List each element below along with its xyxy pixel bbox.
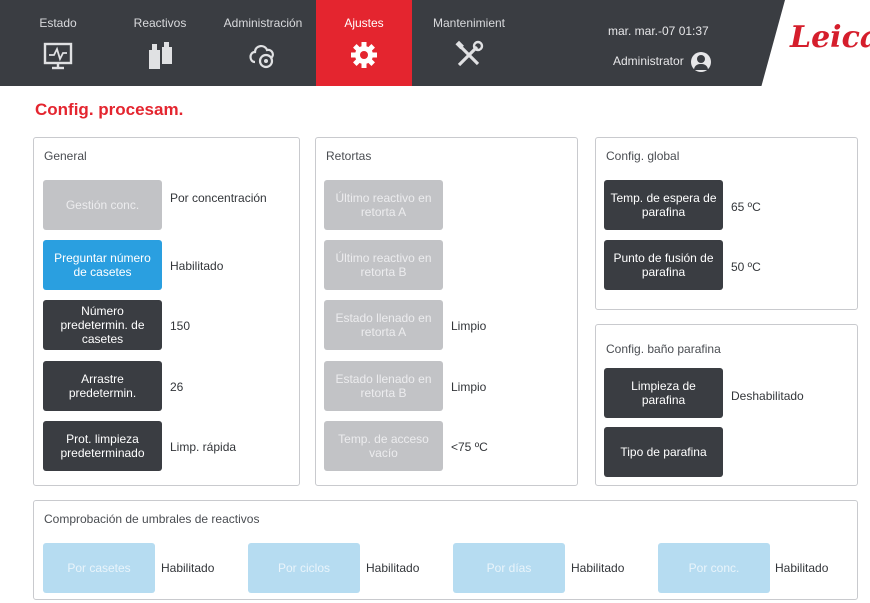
user-name: Administrator bbox=[613, 54, 684, 69]
tab-ajustes[interactable]: Ajustes bbox=[316, 0, 412, 86]
tab-label: Administración bbox=[223, 16, 303, 30]
fill-state-retort-b-value: Limpio bbox=[451, 380, 487, 394]
panel-title: General bbox=[44, 149, 87, 163]
concentration-management-value: Por concentración bbox=[170, 191, 267, 205]
empty-access-temp-button[interactable]: Temp. de acceso vacío bbox=[324, 421, 443, 471]
page-title: Config. procesam. bbox=[35, 100, 184, 119]
ask-cassette-count-value: Habilitado bbox=[170, 259, 224, 273]
top-navigation-bar: Estado Reactivos Administración Ajustes bbox=[0, 0, 870, 86]
concentration-management-button[interactable]: Gestión conc. bbox=[43, 180, 162, 230]
paraffin-melting-point-button[interactable]: Punto de fusión de parafina bbox=[604, 240, 723, 290]
paraffin-standby-temp-button[interactable]: Temp. de espera de parafina bbox=[604, 180, 723, 230]
tab-label: Reactivos bbox=[133, 16, 187, 30]
panel-title: Comprobación de umbrales de reactivos bbox=[44, 512, 260, 526]
paraffin-bath-panel: Config. baño parafina Limpieza de parafi… bbox=[595, 324, 858, 486]
global-config-panel: Config. global Temp. de espera de parafi… bbox=[595, 137, 858, 310]
paraffin-cleaning-value: Deshabilitado bbox=[731, 389, 804, 403]
administration-icon bbox=[249, 45, 274, 69]
leica-logo: Leica bbox=[790, 20, 870, 55]
retorts-panel: Retortas Último reactivo en retorta A Úl… bbox=[315, 137, 578, 486]
tab-label: Estado bbox=[39, 16, 77, 30]
default-cleaning-protocol-button[interactable]: Prot. limpieza predeterminado bbox=[43, 421, 162, 471]
paraffin-cleaning-button[interactable]: Limpieza de parafina bbox=[604, 368, 723, 418]
tools-icon bbox=[455, 40, 484, 67]
default-cassette-count-value: 150 bbox=[170, 319, 191, 333]
paraffin-melting-point-value: 50 ºC bbox=[731, 260, 761, 274]
paraffin-standby-temp-value: 65 ºC bbox=[731, 200, 761, 214]
paraffin-type-button[interactable]: Tipo de parafina bbox=[604, 427, 723, 477]
panel-title: Config. baño parafina bbox=[606, 342, 721, 356]
threshold-by-cassettes-button[interactable]: Por casetes bbox=[43, 543, 155, 593]
fill-state-retort-b-button[interactable]: Estado llenado en retorta B bbox=[324, 361, 443, 411]
tab-administracion[interactable]: Administración bbox=[215, 0, 311, 86]
datetime-display: mar. mar.-07 01:37 bbox=[608, 24, 709, 38]
tab-label: Mantenimient bbox=[432, 16, 506, 30]
tab-label: Ajustes bbox=[344, 16, 384, 30]
threshold-by-cycles-value: Habilitado bbox=[366, 561, 420, 575]
default-carryover-value: 26 bbox=[170, 380, 184, 394]
reagent-threshold-panel: Comprobación de umbrales de reactivos Po… bbox=[33, 500, 858, 600]
default-cleaning-protocol-value: Limp. rápida bbox=[170, 440, 237, 454]
tab-estado[interactable]: Estado bbox=[10, 0, 106, 86]
default-carryover-button[interactable]: Arrastre predetermin. bbox=[43, 361, 162, 411]
monitor-status-icon bbox=[43, 42, 73, 70]
ask-cassette-count-button[interactable]: Preguntar número de casetes bbox=[43, 240, 162, 290]
fill-state-retort-a-button[interactable]: Estado llenado en retorta A bbox=[324, 300, 443, 350]
reagent-bottles-icon bbox=[149, 42, 172, 69]
gear-icon bbox=[351, 42, 377, 68]
threshold-by-days-value: Habilitado bbox=[571, 561, 625, 575]
user-avatar-icon bbox=[691, 52, 712, 72]
threshold-by-concentration-button[interactable]: Por conc. bbox=[658, 543, 770, 593]
default-cassette-count-button[interactable]: Número predetermin. de casetes bbox=[43, 300, 162, 350]
threshold-by-cycles-button[interactable]: Por ciclos bbox=[248, 543, 360, 593]
user-menu[interactable]: Administrator bbox=[613, 52, 712, 72]
last-reagent-retort-a-button[interactable]: Último reactivo en retorta A bbox=[324, 180, 443, 230]
tab-mantenimiento[interactable]: Mantenimient bbox=[418, 0, 520, 86]
panel-title: Retortas bbox=[326, 149, 372, 163]
empty-access-temp-value: <75 ºC bbox=[451, 440, 488, 454]
general-panel: General Gestión conc. Por concentración … bbox=[33, 137, 300, 486]
tab-reactivos[interactable]: Reactivos bbox=[112, 0, 208, 86]
threshold-by-days-button[interactable]: Por días bbox=[453, 543, 565, 593]
panel-title: Config. global bbox=[606, 149, 680, 163]
last-reagent-retort-b-button[interactable]: Último reactivo en retorta B bbox=[324, 240, 443, 290]
fill-state-retort-a-value: Limpio bbox=[451, 319, 487, 333]
threshold-by-cassettes-value: Habilitado bbox=[161, 561, 215, 575]
threshold-by-concentration-value: Habilitado bbox=[775, 561, 829, 575]
